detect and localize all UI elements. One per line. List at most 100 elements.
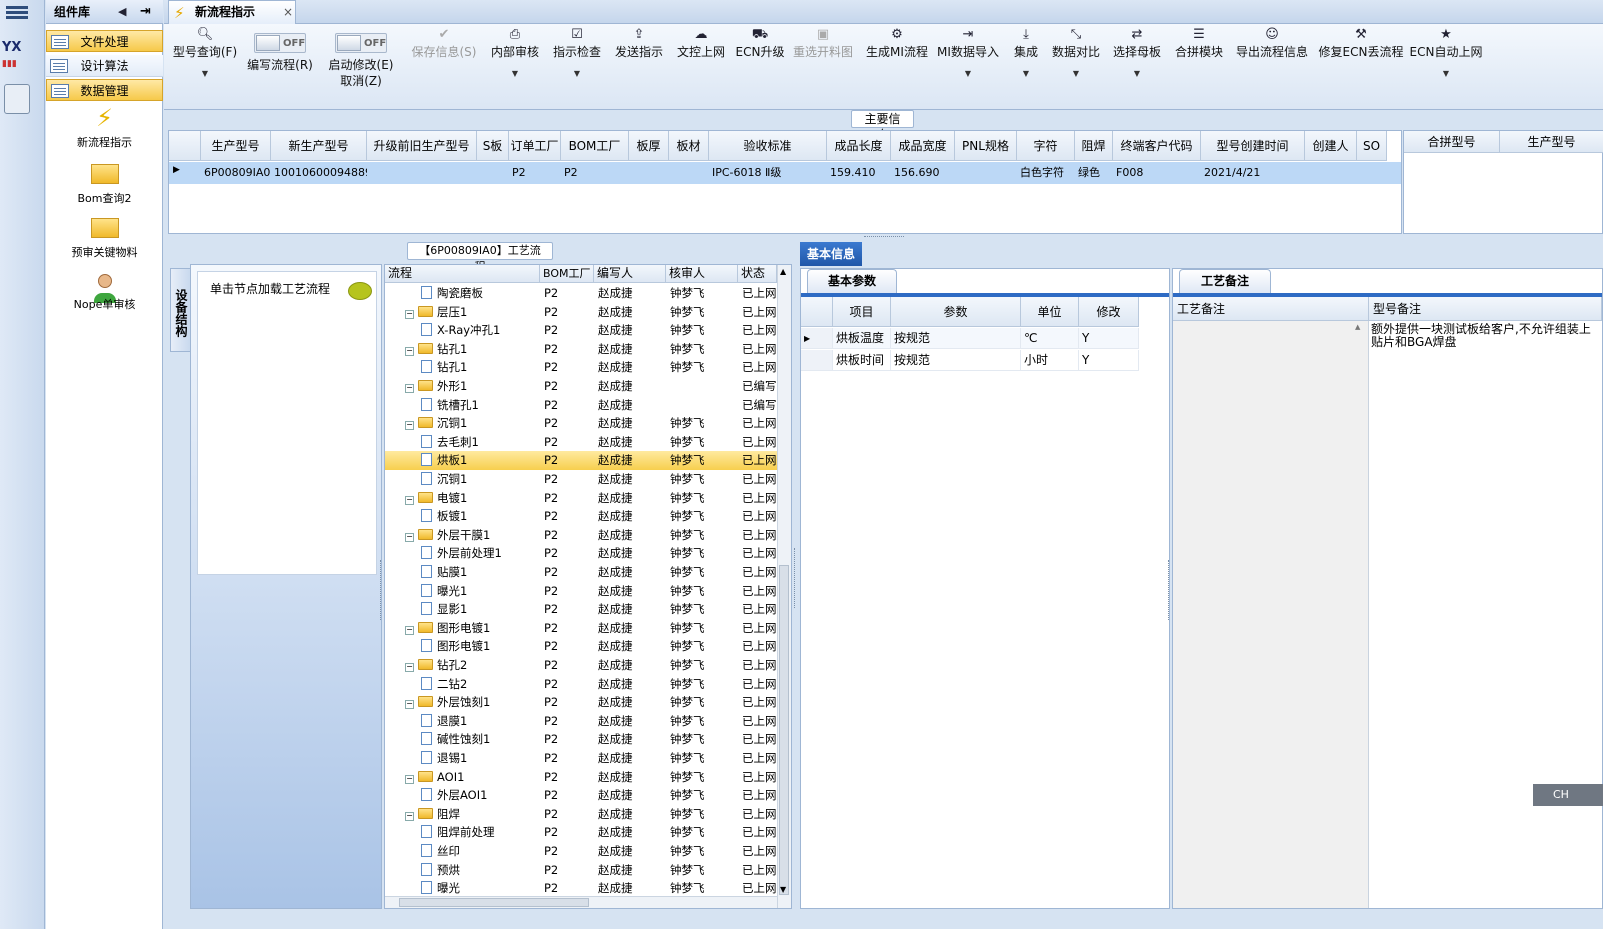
- tree-row[interactable]: 图形电镀1 P2 赵成捷 钟梦飞 已上网: [385, 637, 777, 656]
- collapse-toggle-icon[interactable]: −: [405, 774, 414, 784]
- col-header[interactable]: 创建人: [1305, 131, 1357, 161]
- process-notes-field[interactable]: [1173, 321, 1369, 908]
- splitter-handle[interactable]: [380, 560, 384, 620]
- tree-row[interactable]: 碱性蚀刻1 P2 赵成捷 钟梦飞 已上网: [385, 730, 777, 749]
- tree-node[interactable]: − AOI1: [405, 768, 535, 786]
- tree-node[interactable]: 板镀1: [421, 507, 535, 525]
- vertical-scrollbar[interactable]: ▲ ▼: [777, 265, 791, 908]
- col-status[interactable]: 状态: [738, 265, 777, 283]
- tree-node[interactable]: 预烘: [421, 861, 535, 879]
- col-header[interactable]: 板材: [669, 131, 709, 161]
- tree-node[interactable]: − 外层蚀刻1: [405, 693, 535, 711]
- col-header[interactable]: 升级前旧生产型号: [367, 131, 477, 161]
- tree-node[interactable]: 烘板1: [421, 451, 535, 469]
- input-method-chip[interactable]: CH: [1533, 784, 1603, 806]
- ecn-upgrade-button[interactable]: ⛟ ECN升级: [732, 26, 788, 60]
- tree-row[interactable]: − 沉铜1 P2 赵成捷 钟梦飞 已上网: [385, 414, 777, 433]
- tree-node[interactable]: 去毛刺1: [421, 433, 535, 451]
- app-logo[interactable]: YX ▮▮▮: [2, 40, 32, 72]
- col-writer[interactable]: 编写人: [594, 265, 666, 283]
- tree-node[interactable]: 钻孔1: [421, 358, 535, 376]
- tree-node[interactable]: X-Ray冲孔1: [421, 321, 535, 339]
- collapse-arrow-icon[interactable]: ◀: [118, 0, 126, 24]
- select-mother-board-button[interactable]: ⇄ 选择母板 ▼: [1108, 26, 1166, 82]
- col-item[interactable]: 项目: [833, 297, 891, 327]
- collapse-toggle-icon[interactable]: −: [405, 384, 414, 393]
- reselect-cutting-button[interactable]: ▣ 重选开料图: [790, 26, 856, 60]
- tree-row[interactable]: X-Ray冲孔1 P2 赵成捷 钟梦飞 已上网: [385, 321, 777, 340]
- tree-node[interactable]: 显影1: [421, 600, 535, 618]
- collapse-toggle-icon[interactable]: −: [405, 346, 414, 356]
- tree-node[interactable]: − 阻焊: [405, 805, 535, 823]
- tool-nope-review[interactable]: Nope单审核: [46, 266, 163, 312]
- integrate-button[interactable]: ⤓ 集成 ▼: [1006, 26, 1046, 82]
- save-info-button[interactable]: ✔ 保存信息(S): [408, 26, 480, 60]
- tree-node[interactable]: 陶瓷磨板: [421, 284, 535, 302]
- col-header[interactable]: BOM工厂: [561, 131, 629, 161]
- hamburger-menu-icon[interactable]: [6, 4, 28, 22]
- cancel-label[interactable]: 取消(Z): [340, 74, 382, 88]
- param-cell[interactable]: 按规范: [891, 328, 1021, 349]
- tree-row[interactable]: 退锡1 P2 赵成捷 钟梦飞 已上网: [385, 749, 777, 768]
- tree-row[interactable]: − 外形1 P2 赵成捷 已编写: [385, 377, 777, 396]
- start-edit-toggle[interactable]: OFF 启动修改(E) 取消(Z): [324, 26, 398, 89]
- tree-row[interactable]: 贴膜1 P2 赵成捷 钟梦飞 已上网: [385, 563, 777, 582]
- param-cell[interactable]: 小时: [1021, 350, 1079, 371]
- splitter-handle[interactable]: [1168, 560, 1172, 620]
- param-cell[interactable]: 烘板时间: [833, 350, 891, 371]
- col-header[interactable]: 终端客户代码: [1113, 131, 1201, 161]
- tree-node[interactable]: − 钻孔2: [405, 656, 535, 674]
- collapse-toggle-icon[interactable]: −: [405, 309, 414, 319]
- tree-node[interactable]: − 电镀1: [405, 489, 535, 507]
- tree-node[interactable]: 碱性蚀刻1: [421, 730, 535, 748]
- tree-node[interactable]: − 图形电镀1: [405, 619, 535, 637]
- collapse-toggle-icon[interactable]: −: [405, 663, 414, 672]
- dropdown-arrow-icon[interactable]: ▼: [936, 66, 1000, 82]
- col-header[interactable]: 订单工厂: [509, 131, 561, 161]
- tree-node[interactable]: 外层前处理1: [421, 544, 535, 562]
- col-header[interactable]: 字符: [1017, 131, 1075, 161]
- tree-node[interactable]: 图形电镀1: [421, 637, 535, 655]
- tree-node[interactable]: 贴膜1: [421, 563, 535, 581]
- tree-node[interactable]: 丝印: [421, 842, 535, 860]
- col-header[interactable]: 成品长度: [827, 131, 891, 161]
- dropdown-arrow-icon[interactable]: ▼: [1048, 66, 1104, 82]
- tree-node[interactable]: 退膜1: [421, 712, 535, 730]
- menu-design-algorithm[interactable]: 设计算法: [46, 55, 163, 77]
- basic-info-header[interactable]: 基本信息: [800, 242, 862, 266]
- row-indicator[interactable]: [801, 350, 833, 371]
- data-compare-button[interactable]: ⤡ 数据对比 ▼: [1048, 26, 1104, 82]
- tree-node[interactable]: 铣槽孔1: [421, 396, 535, 414]
- menu-file-processing[interactable]: 文件处理: [46, 30, 163, 52]
- tree-row[interactable]: 阻焊前处理 P2 赵成捷 钟梦飞 已上网: [385, 823, 777, 842]
- dropdown-arrow-icon[interactable]: ▼: [486, 66, 544, 82]
- tab-process-notes[interactable]: 工艺备注: [1179, 269, 1271, 293]
- dropdown-arrow-icon[interactable]: ▼: [548, 66, 606, 82]
- tree-row[interactable]: 去毛刺1 P2 赵成捷 钟梦飞 已上网: [385, 433, 777, 452]
- col-header[interactable]: 板厚: [629, 131, 669, 161]
- col-header[interactable]: SO: [1357, 131, 1387, 161]
- tree-row[interactable]: 显影1 P2 赵成捷 钟梦飞 已上网: [385, 600, 777, 619]
- scroll-up-icon[interactable]: ▲: [1355, 323, 1360, 331]
- edit-flow-toggle[interactable]: OFF 编写流程(R): [244, 26, 316, 73]
- repair-ecn-button[interactable]: ⚒ 修复ECN丢流程: [1318, 26, 1404, 60]
- tree-node[interactable]: − 层压1: [405, 303, 535, 321]
- collapse-toggle-icon[interactable]: −: [405, 495, 414, 505]
- row-indicator[interactable]: ▶: [801, 328, 833, 349]
- dropdown-arrow-icon[interactable]: ▼: [1006, 66, 1046, 82]
- menu-data-management[interactable]: 数据管理: [46, 79, 163, 101]
- tree-node[interactable]: − 外形1: [405, 377, 535, 395]
- exit-icon[interactable]: ⇥: [140, 0, 151, 24]
- tree-row[interactable]: 钻孔1 P2 赵成捷 钟梦飞 已上网: [385, 358, 777, 377]
- col-header[interactable]: 验收标准: [709, 131, 827, 161]
- tree-row[interactable]: 外层AOI1 P2 赵成捷 钟梦飞 已上网: [385, 786, 777, 805]
- collapse-toggle-icon[interactable]: −: [405, 811, 414, 821]
- tree-node[interactable]: 沉铜1: [421, 470, 535, 488]
- tool-bom-query[interactable]: Bom查询2: [46, 160, 163, 206]
- internal-review-button[interactable]: ⎙ 内部审核 ▼: [486, 26, 544, 82]
- load-hint-box[interactable]: 单击节点加载工艺流程: [197, 271, 377, 575]
- tree-row[interactable]: 铣槽孔1 P2 赵成捷 已编写: [385, 396, 777, 415]
- col-modify[interactable]: 修改: [1079, 297, 1139, 327]
- tab-basic-params[interactable]: 基本参数: [807, 269, 897, 293]
- param-cell[interactable]: ℃: [1021, 328, 1079, 349]
